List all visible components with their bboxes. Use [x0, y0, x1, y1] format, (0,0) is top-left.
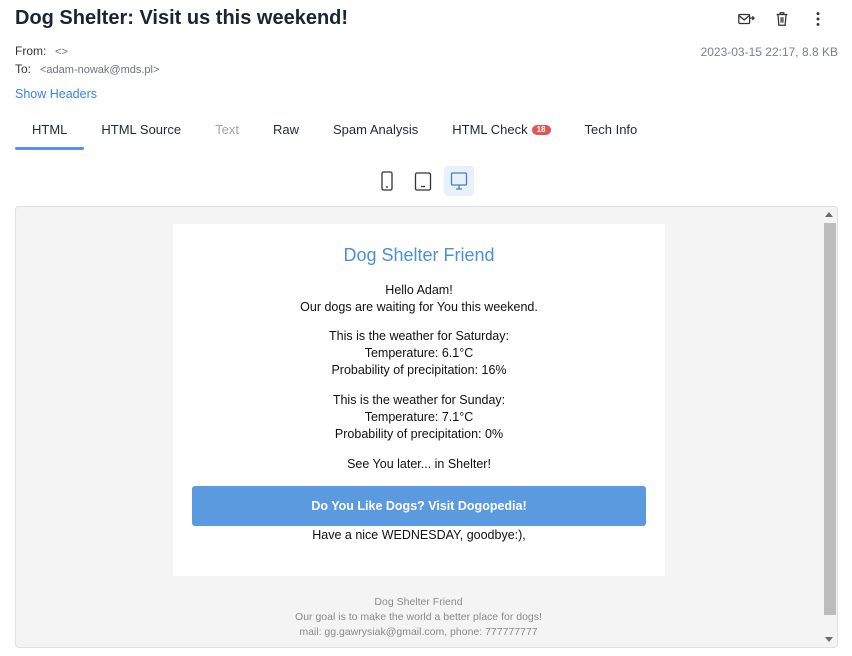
trash-icon[interactable] [768, 8, 796, 30]
greeting: Hello Adam! [385, 283, 453, 297]
saturday-precipitation: Probability of precipitation: 16% [331, 363, 507, 377]
closing-text: Have a nice WEDNESDAY, goodbye:), [312, 528, 526, 542]
tab-raw[interactable]: Raw [256, 112, 316, 150]
saturday-title: This is the weather for Saturday: [329, 329, 509, 343]
email-preview: Dog Shelter Friend Hello Adam! Our dogs … [15, 206, 838, 648]
phone-icon[interactable] [372, 166, 402, 196]
html-check-badge: 18 [531, 125, 551, 135]
email-meta: 2023-03-15 22:17, 8.8 KB [700, 45, 838, 59]
intro-text: Our dogs are waiting for You this weeken… [300, 300, 538, 314]
greeting-block: Hello Adam! Our dogs are waiting for You… [173, 282, 665, 316]
scroll-up-arrow[interactable] [825, 212, 833, 217]
tab-tech-info[interactable]: Tech Info [568, 112, 655, 150]
kebab-menu-icon[interactable] [804, 8, 832, 30]
scroll-down-arrow[interactable] [825, 637, 833, 642]
footer-goal: Our goal is to make the world a better p… [295, 611, 542, 623]
desktop-icon[interactable] [444, 166, 474, 196]
view-tabs: HTML HTML Source Text Raw Spam Analysis … [15, 112, 654, 150]
tab-html-check-label: HTML Check [452, 122, 528, 137]
tab-html-check[interactable]: HTML Check 18 [435, 112, 567, 150]
to-label: To: [15, 62, 32, 76]
email-card: Dog Shelter Friend Hello Adam! Our dogs … [173, 224, 665, 576]
device-switcher [372, 166, 474, 196]
visit-dogopedia-button[interactable]: Do You Like Dogs? Visit Dogopedia! [192, 486, 646, 526]
email-actions [732, 8, 832, 30]
preview-scrollbar[interactable] [821, 207, 837, 647]
tab-spam-analysis[interactable]: Spam Analysis [316, 112, 435, 150]
to-address: <adam-nowak@mds.pl> [40, 64, 160, 76]
from-row: From: <> [15, 44, 68, 58]
sunday-title: This is the weather for Sunday: [332, 393, 506, 407]
footer-name: Dog Shelter Friend [374, 596, 463, 608]
to-row: To: <adam-nowak@mds.pl> [15, 62, 159, 76]
tablet-icon[interactable] [408, 166, 438, 196]
from-label: From: [15, 44, 47, 58]
footer-contact: mail: gg.gawrysiak@gmail.com, phone: 777… [299, 626, 538, 638]
tab-html[interactable]: HTML [15, 112, 85, 150]
saturday-weather: This is the weather for Saturday: Temper… [173, 328, 665, 379]
scroll-thumb[interactable] [824, 223, 836, 615]
tab-text[interactable]: Text [198, 112, 256, 150]
sunday-weather: This is the weather for Sunday: Temperat… [173, 392, 665, 443]
from-address: <> [55, 46, 68, 58]
sunday-precipitation: Probability of precipitation: 0% [334, 427, 504, 441]
envelope-forward-icon[interactable] [732, 8, 760, 30]
sunday-temperature: Temperature: 7.1°C [364, 410, 474, 424]
tab-html-source[interactable]: HTML Source [84, 112, 198, 150]
see-you-text: See You later... in Shelter! [347, 457, 491, 471]
show-headers-link[interactable]: Show Headers [15, 87, 97, 101]
saturday-temperature: Temperature: 6.1°C [364, 346, 474, 360]
email-footer: Dog Shelter Friend Our goal is to make t… [16, 595, 821, 640]
brand-title: Dog Shelter Friend [343, 245, 495, 265]
email-subject: Dog Shelter: Visit us this weekend! [15, 7, 349, 29]
